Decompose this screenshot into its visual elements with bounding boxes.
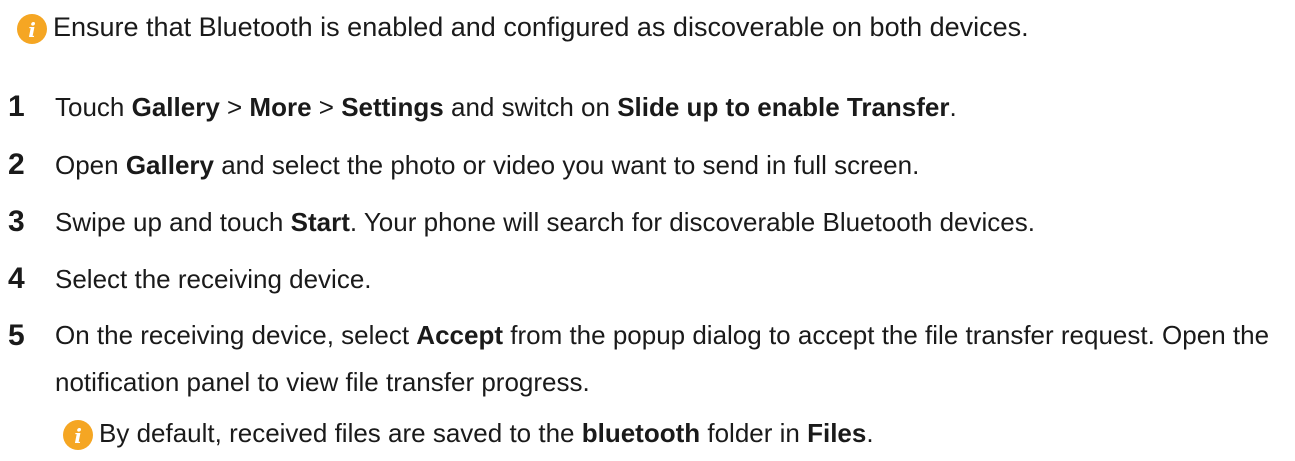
step-number: 5 — [8, 319, 25, 352]
bold-run: Files — [807, 418, 867, 448]
text-run: and select the photo or video you want t… — [214, 150, 920, 180]
sub-note: i By default, received files are saved t… — [63, 414, 874, 452]
text-run: . — [949, 92, 957, 122]
step-text: Select the receiving device. — [55, 260, 1290, 298]
text-run: and switch on — [443, 92, 618, 122]
bold-run: More — [249, 92, 312, 122]
text-run: On the receiving device, select — [55, 320, 417, 350]
bold-run: bluetooth — [581, 418, 701, 448]
svg-text:i: i — [74, 424, 82, 448]
text-run: . Your phone will search for discoverabl… — [349, 207, 1035, 237]
step-number: 3 — [8, 205, 25, 238]
bold-run: Slide up to enable Transfer — [617, 92, 950, 122]
step-number: 4 — [8, 262, 25, 295]
sub-note-text: By default, received files are saved to … — [99, 414, 874, 452]
text-run: . — [866, 418, 874, 448]
step-number: 1 — [8, 90, 25, 123]
bold-run: Accept — [416, 320, 503, 350]
step-text: Open Gallery and select the photo or vid… — [55, 146, 1290, 184]
bold-run: Start — [290, 207, 350, 237]
step-text: Swipe up and touch Start. Your phone wil… — [55, 203, 1290, 241]
text-run: Open — [55, 150, 126, 180]
step-text: On the receiving device, select Accept f… — [55, 312, 1290, 406]
step-number: 2 — [8, 148, 25, 181]
text-run: > — [311, 92, 342, 122]
info-icon: i — [63, 419, 93, 450]
text-run: By default, received files are saved to … — [99, 418, 582, 448]
bold-run: Settings — [341, 92, 444, 122]
svg-text:i: i — [28, 18, 36, 42]
top-note-text: Ensure that Bluetooth is enabled and con… — [53, 12, 1029, 42]
text-run: folder in — [700, 418, 808, 448]
text-run: Swipe up and touch — [55, 207, 291, 237]
text-run: Select the receiving device. — [55, 264, 372, 294]
bold-run: Gallery — [131, 92, 220, 122]
bold-run: Gallery — [125, 150, 214, 180]
top-note: i Ensure that Bluetooth is enabled and c… — [17, 8, 1029, 46]
info-icon: i — [17, 13, 47, 44]
text-run: Touch — [55, 92, 132, 122]
text-run: > — [219, 92, 250, 122]
step-text: Touch Gallery > More > Settings and swit… — [55, 88, 1290, 126]
